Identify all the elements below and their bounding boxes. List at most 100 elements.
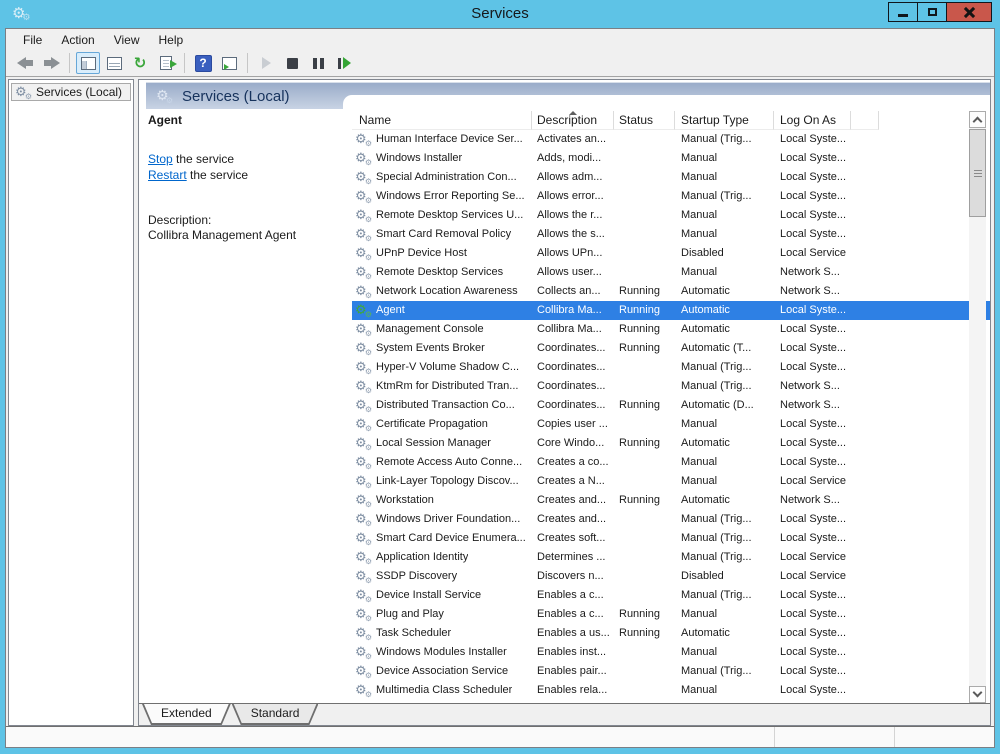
help-button[interactable]: ?: [191, 52, 215, 74]
forward-arrow-icon[interactable]: [39, 52, 63, 74]
service-row-remote-desktop-services[interactable]: ⚙Remote Desktop ServicesAllows user...Ma…: [352, 263, 990, 282]
service-row-hyper-v-volume-shadow-c[interactable]: ⚙Hyper-V Volume Shadow C...Coordinates..…: [352, 358, 990, 377]
service-status: Running: [614, 396, 675, 415]
service-logon-as: Local Syste...: [774, 586, 851, 605]
tree-item-services-local[interactable]: ⚙ Services (Local): [11, 83, 131, 101]
scroll-down-button[interactable]: [969, 686, 986, 703]
restart-service-link[interactable]: Restart: [148, 168, 187, 182]
service-description: Adds, modi...: [532, 149, 614, 168]
export-list-icon: [160, 56, 172, 70]
service-logon-as: Network S...: [774, 282, 851, 301]
properties-button[interactable]: [102, 52, 126, 74]
export-list-button[interactable]: [154, 52, 178, 74]
service-row-upnp-device-host[interactable]: ⚙UPnP Device HostAllows UPn...DisabledLo…: [352, 244, 990, 263]
service-row-certificate-propagation[interactable]: ⚙Certificate PropagationCopies user ...M…: [352, 415, 990, 434]
service-logon-as: Local Syste...: [774, 453, 851, 472]
column-header-status[interactable]: Status: [614, 111, 675, 130]
blank-cell: [851, 339, 879, 358]
tab-extended[interactable]: Extended: [142, 704, 231, 725]
menu-action[interactable]: Action: [52, 31, 104, 49]
statusbar: [6, 726, 994, 747]
scrollbar-thumb[interactable]: [969, 129, 986, 217]
tab-standard[interactable]: Standard: [232, 704, 319, 725]
minimize-button[interactable]: [888, 2, 918, 22]
sort-ascending-icon: [569, 111, 577, 115]
menu-view[interactable]: View: [105, 31, 150, 49]
name-cell: ⚙UPnP Device Host: [352, 244, 532, 263]
service-row-local-session-manager[interactable]: ⚙Local Session ManagerCore Windo...Runni…: [352, 434, 990, 453]
service-row-link-layer-topology-discov[interactable]: ⚙Link-Layer Topology Discov...Creates a …: [352, 472, 990, 491]
service-row-workstation[interactable]: ⚙WorkstationCreates and...RunningAutomat…: [352, 491, 990, 510]
blank-cell: [851, 415, 879, 434]
service-row-human-interface-device-ser[interactable]: ⚙Human Interface Device Ser...Activates …: [352, 130, 990, 149]
service-row-special-administration-con[interactable]: ⚙Special Administration Con...Allows adm…: [352, 168, 990, 187]
name-cell: ⚙ Plug and Play: [352, 605, 532, 624]
service-row-device-install-service[interactable]: ⚙Device Install ServiceEnables a c...Man…: [352, 586, 990, 605]
service-description: Coordinates...: [532, 358, 614, 377]
service-row-ktmrm-for-distributed-tran[interactable]: ⚙KtmRm for Distributed Tran...Coordinate…: [352, 377, 990, 396]
service-logon-as: Network S...: [774, 377, 851, 396]
start-service-button[interactable]: [254, 52, 278, 74]
name-cell: ⚙Workstation: [352, 491, 532, 510]
service-row-task-scheduler[interactable]: ⚙Task SchedulerEnables a us...RunningAut…: [352, 624, 990, 643]
window-title: Services: [0, 0, 1000, 28]
toolbar-separator: [247, 53, 248, 73]
menu-file[interactable]: File: [14, 31, 52, 49]
show-action-pane-button[interactable]: [217, 52, 241, 74]
column-header-description[interactable]: Description: [532, 111, 614, 130]
name-cell: ⚙Application Identity: [352, 548, 532, 567]
service-row-windows-modules-installer[interactable]: ⚙Windows Modules InstallerEnables inst..…: [352, 643, 990, 662]
service-row-agent[interactable]: ⚙AgentCollibra Ma...RunningAutomaticLoca…: [352, 301, 990, 320]
service-startup-type: Manual: [675, 643, 774, 662]
service-logon-as: Local Service: [774, 567, 851, 586]
service-name: Certificate Propagation: [376, 415, 488, 434]
service-row-plug-and-play[interactable]: ⚙Plug and PlayEnables a c...RunningManua…: [352, 605, 990, 624]
pause-service-button[interactable]: [306, 52, 330, 74]
column-header-log-on-as[interactable]: Log On As: [774, 111, 851, 130]
service-row-remote-access-auto-conne[interactable]: ⚙Remote Access Auto Conne...Creates a co…: [352, 453, 990, 472]
service-row-management-console[interactable]: ⚙Management ConsoleCollibra Ma...Running…: [352, 320, 990, 339]
service-row-windows-error-reporting-se[interactable]: ⚙Windows Error Reporting Se...Allows err…: [352, 187, 990, 206]
column-header-description-label: Description: [537, 113, 597, 127]
close-button[interactable]: [946, 2, 992, 22]
service-row-device-association-service[interactable]: ⚙Device Association ServiceEnables pair.…: [352, 662, 990, 681]
service-row-remote-desktop-services-u[interactable]: ⚙Remote Desktop Services U...Allows the …: [352, 206, 990, 225]
service-row-multimedia-class-scheduler[interactable]: ⚙Multimedia Class SchedulerEnables rela.…: [352, 681, 990, 700]
service-gear-icon: ⚙: [355, 608, 371, 621]
service-name: Plug and Play: [376, 605, 444, 624]
scroll-up-button[interactable]: [969, 111, 986, 128]
service-gear-icon: ⚙: [355, 513, 371, 526]
stop-service-button[interactable]: [280, 52, 304, 74]
service-row-smart-card-device-enumera[interactable]: ⚙Smart Card Device Enumera...Creates sof…: [352, 529, 990, 548]
stop-service-link[interactable]: Stop: [148, 152, 173, 166]
service-gear-icon: ⚙: [355, 532, 371, 545]
service-gear-icon: ⚙: [355, 209, 371, 222]
service-row-system-events-broker[interactable]: ⚙System Events BrokerCoordinates...Runni…: [352, 339, 990, 358]
blank-cell: [851, 529, 879, 548]
column-header-startup-type[interactable]: Startup Type: [675, 111, 774, 130]
service-row-windows-installer[interactable]: ⚙Windows InstallerAdds, modi...ManualLoc…: [352, 149, 990, 168]
refresh-button[interactable]: ↻: [128, 52, 152, 74]
service-name: Human Interface Device Ser...: [376, 130, 523, 149]
service-row-ssdp-discovery[interactable]: ⚙SSDP DiscoveryDiscovers n...DisabledLoc…: [352, 567, 990, 586]
service-description: Collibra Ma...: [532, 320, 614, 339]
menu-help[interactable]: Help: [150, 31, 194, 49]
service-row-distributed-transaction-co[interactable]: ⚙Distributed Transaction Co...Coordinate…: [352, 396, 990, 415]
column-header-name[interactable]: Name: [352, 111, 532, 130]
name-cell: ⚙Smart Card Device Enumera...: [352, 529, 532, 548]
service-list-card: Name Description Status Startup Type Log…: [343, 95, 990, 703]
name-cell: ⚙Device Association Service: [352, 662, 532, 681]
service-name: Device Association Service: [376, 662, 508, 681]
service-row-application-identity[interactable]: ⚙Application IdentityDetermines ...Manua…: [352, 548, 990, 567]
service-row-windows-driver-foundation[interactable]: ⚙Windows Driver Foundation...Creates and…: [352, 510, 990, 529]
service-row-network-location-awareness[interactable]: ⚙Network Location AwarenessCollects an..…: [352, 282, 990, 301]
name-cell: ⚙Windows Installer: [352, 149, 532, 168]
maximize-button[interactable]: [917, 2, 947, 22]
restart-service-button[interactable]: [332, 52, 356, 74]
name-cell: ⚙Certificate Propagation: [352, 415, 532, 434]
menubar: FileActionViewHelp: [6, 29, 994, 50]
back-arrow-icon[interactable]: [13, 52, 37, 74]
service-row-smart-card-removal-policy[interactable]: ⚙Smart Card Removal PolicyAllows the s..…: [352, 225, 990, 244]
show-console-tree-button[interactable]: [76, 52, 100, 74]
blank-cell: [851, 605, 879, 624]
